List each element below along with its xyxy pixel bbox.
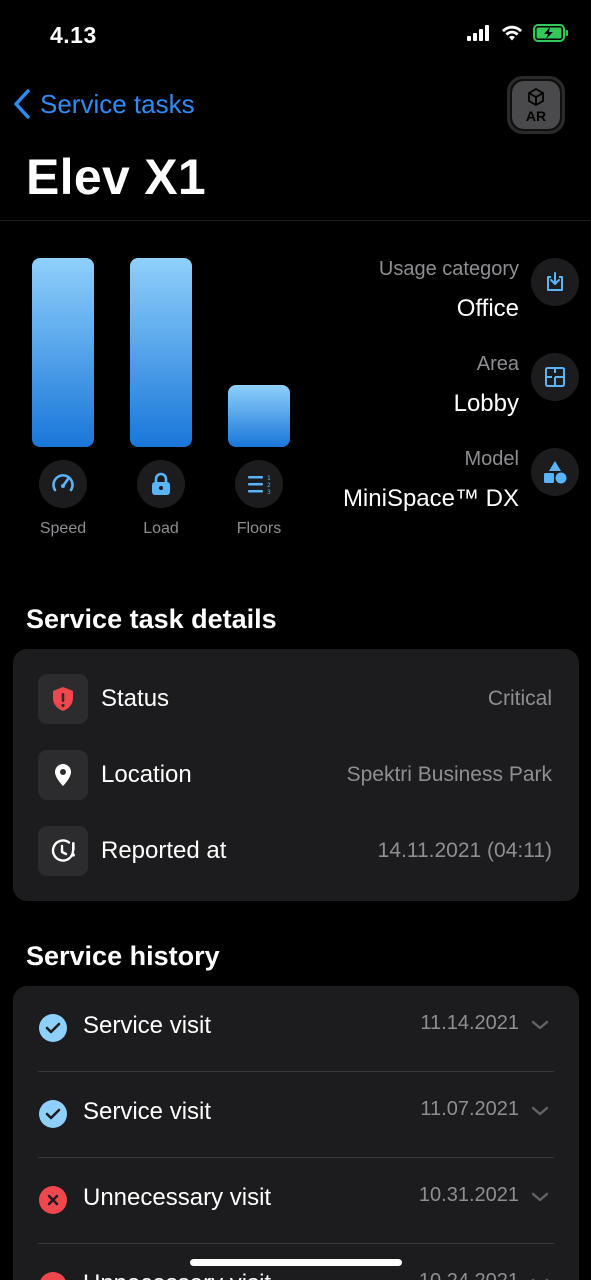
usage-category-label: Usage category bbox=[378, 258, 519, 280]
shield-alert-icon bbox=[38, 674, 88, 724]
clock-alert-icon bbox=[38, 826, 88, 876]
status-bar: 4.13 bbox=[0, 0, 591, 72]
model-label: Model bbox=[464, 448, 519, 470]
history-item-label: Service visit bbox=[83, 1098, 212, 1125]
history-card: Service visit 11.14.2021 Service visit 1… bbox=[13, 986, 579, 1280]
model-value: MiniSpace™ DX bbox=[342, 485, 519, 512]
status-value: Critical bbox=[487, 687, 552, 710]
history-item-date: 10.31.2021 bbox=[418, 1184, 519, 1206]
area-label: Area bbox=[476, 353, 519, 375]
ar-button[interactable]: AR bbox=[507, 76, 565, 134]
load-bar-column[interactable]: Load bbox=[130, 250, 192, 550]
area-value: Lobby bbox=[453, 390, 519, 417]
speedometer-icon bbox=[39, 460, 87, 508]
x-circle-icon bbox=[39, 1186, 67, 1214]
location-row[interactable]: Location Spektri Business Park bbox=[13, 749, 579, 801]
home-indicator bbox=[190, 1259, 402, 1266]
signal-icon bbox=[467, 25, 491, 46]
chevron-down-icon[interactable] bbox=[531, 1190, 549, 1208]
history-item-label: Unnecessary visit bbox=[83, 1184, 272, 1211]
back-button[interactable]: Service tasks bbox=[12, 88, 195, 120]
reported-at-label: Reported at bbox=[101, 837, 227, 864]
history-item[interactable]: Service visit 11.07.2021 bbox=[13, 1072, 579, 1158]
reported-at-value: 14.11.2021 (04:11) bbox=[377, 839, 552, 862]
load-bar bbox=[130, 258, 192, 447]
header-divider bbox=[0, 220, 591, 221]
details-card: Status Critical Location Spektri Busines… bbox=[13, 649, 579, 901]
ar-label: AR bbox=[525, 108, 547, 124]
history-item[interactable]: Service visit 11.14.2021 bbox=[13, 986, 579, 1072]
location-label: Location bbox=[101, 761, 192, 788]
history-section-title: Service history bbox=[26, 941, 220, 971]
battery-charging-icon bbox=[533, 24, 569, 47]
speed-bar-column[interactable]: Speed bbox=[32, 250, 94, 550]
status-time: 4.13 bbox=[50, 22, 97, 48]
cube-icon bbox=[526, 87, 546, 109]
checkmark-circle-icon bbox=[39, 1100, 67, 1128]
load-label: Load bbox=[143, 520, 179, 537]
wifi-icon bbox=[500, 24, 524, 47]
history-item-label: Unnecessary visit bbox=[83, 1270, 271, 1280]
x-circle-icon bbox=[39, 1272, 67, 1280]
navigation-bar: Service tasks AR bbox=[0, 72, 591, 142]
reported-at-row: Reported at 14.11.2021 (04:11) bbox=[13, 825, 579, 877]
history-item[interactable]: Unnecessary visit 10.31.2021 bbox=[13, 1158, 579, 1244]
chevron-down-icon[interactable] bbox=[531, 1018, 549, 1036]
history-item-date: 10.24.2021 bbox=[419, 1270, 519, 1280]
status-row: Status Critical bbox=[13, 673, 579, 725]
speed-bar bbox=[32, 258, 94, 447]
speed-label: Speed bbox=[39, 520, 87, 537]
status-icons bbox=[467, 24, 569, 47]
chevron-down-icon[interactable] bbox=[531, 1104, 549, 1122]
download-icon[interactable] bbox=[531, 258, 579, 306]
history-item-date: 11.07.2021 bbox=[420, 1098, 519, 1120]
lock-icon bbox=[137, 460, 185, 508]
shapes-icon[interactable] bbox=[531, 448, 579, 496]
status-label: Status bbox=[101, 685, 170, 712]
history-item-label: Service visit bbox=[83, 1012, 212, 1039]
back-label: Service tasks bbox=[40, 88, 195, 119]
details-section-title: Service task details bbox=[26, 604, 277, 634]
history-item-date: 11.14.2021 bbox=[420, 1012, 519, 1034]
location-value: Spektri Business Park bbox=[346, 763, 552, 786]
location-pin-icon bbox=[38, 750, 88, 800]
usage-category-value: Office bbox=[456, 295, 519, 322]
floor-plan-icon[interactable] bbox=[531, 353, 579, 401]
chevron-down-icon[interactable] bbox=[531, 1276, 549, 1280]
page-title: Elev X1 bbox=[26, 149, 207, 205]
checkmark-circle-icon bbox=[39, 1014, 67, 1042]
chevron-left-icon bbox=[12, 88, 32, 120]
